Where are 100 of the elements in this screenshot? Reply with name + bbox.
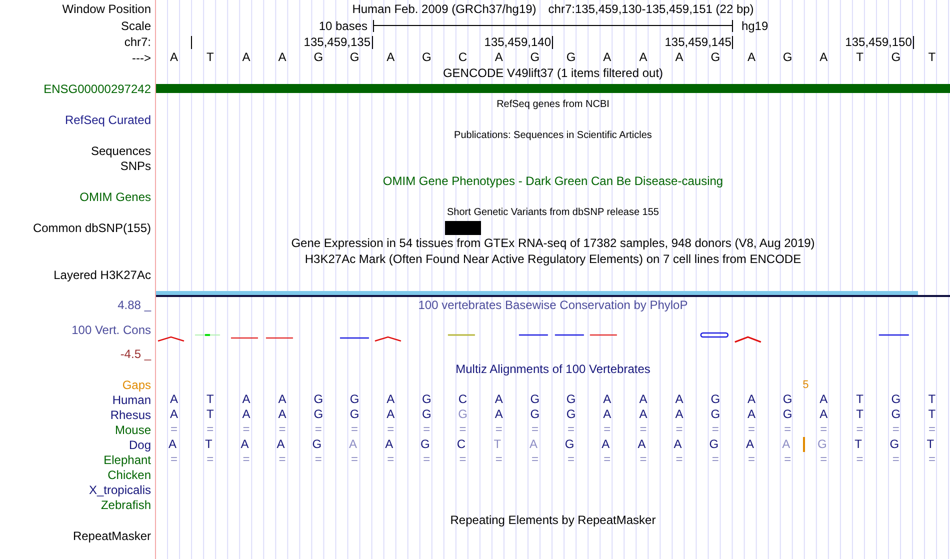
aligned-base: G — [311, 437, 323, 452]
aligned-base: G — [312, 392, 324, 407]
base-letter: A — [494, 50, 504, 65]
base-letter: G — [312, 50, 324, 65]
strand-label: ---> — [132, 50, 151, 64]
base-letter: A — [386, 50, 396, 65]
aligned-base: C — [456, 437, 467, 452]
aligned-base: G — [890, 392, 902, 407]
position-tick: 135,459,140 — [372, 36, 553, 48]
aligned-base: = — [674, 452, 684, 467]
base-letter: A — [638, 50, 648, 65]
aligned-base: = — [602, 422, 612, 437]
track-label[interactable]: Sequences — [90, 144, 151, 158]
aligned-base: = — [206, 422, 215, 437]
track-label[interactable]: RefSeq Curated — [64, 112, 151, 126]
aligned-base: A — [241, 392, 252, 407]
track-label[interactable]: 100 Vert. Cons — [72, 322, 151, 336]
aligned-base: A — [384, 437, 394, 452]
aligned-base: T — [854, 437, 863, 452]
track-label[interactable]: RepeatMasker — [72, 528, 151, 542]
species-label[interactable]: Human — [112, 392, 151, 406]
position-tick: 135,459,150 — [733, 36, 914, 48]
aligned-base: G — [565, 407, 577, 422]
base-letter: A — [241, 50, 252, 65]
gaps-label: Gaps — [122, 378, 151, 392]
aligned-base: A — [818, 392, 829, 407]
aligned-base: T — [204, 437, 214, 452]
base-letter: A — [169, 50, 180, 65]
track-label[interactable]: OMIM Genes — [80, 190, 151, 204]
track-label[interactable]: Common dbSNP(155) — [32, 220, 151, 234]
aligned-base: = — [422, 422, 432, 437]
base-letter: T — [927, 50, 937, 65]
aligned-base: G — [708, 437, 720, 452]
aligned-base: A — [494, 392, 504, 407]
aligned-base: A — [746, 407, 756, 422]
species-label[interactable]: Rhesus — [110, 408, 151, 422]
aligned-base: T — [927, 407, 937, 422]
aligned-base: T — [492, 437, 502, 452]
base-letter: A — [746, 50, 756, 65]
base-letter: G — [782, 50, 794, 65]
aligned-base: = — [638, 452, 648, 467]
aligned-base: G — [457, 407, 468, 422]
aligned-base: = — [746, 422, 756, 437]
aligned-base: = — [494, 422, 504, 437]
aligned-base: T — [926, 437, 936, 452]
aligned-base: A — [600, 437, 611, 452]
species-label[interactable]: Elephant — [104, 452, 151, 466]
aligned-base: G — [565, 392, 577, 407]
aligned-base: G — [890, 407, 902, 422]
aligned-base: = — [783, 422, 792, 437]
track-label[interactable]: Layered H3K27Ac — [54, 268, 151, 282]
aligned-base: A — [277, 392, 288, 407]
track-label[interactable]: SNPs — [120, 158, 151, 172]
aligned-base: = — [530, 452, 540, 467]
aligned-base: = — [170, 452, 179, 467]
aligned-base: = — [566, 422, 576, 437]
base-letter: G — [710, 50, 722, 65]
aligned-base: = — [278, 452, 287, 467]
aligned-base: = — [350, 422, 359, 437]
aligned-base: = — [314, 452, 323, 467]
aligned-base: A — [602, 392, 612, 407]
aligned-base: = — [746, 452, 756, 467]
aligned-base: A — [169, 407, 180, 422]
species-label[interactable]: X_tropicalis — [88, 482, 151, 496]
aligned-base: A — [168, 437, 178, 452]
variant-block[interactable] — [444, 220, 481, 234]
gap-count: 5 — [802, 378, 810, 390]
aligned-base: = — [855, 452, 864, 467]
aligned-base: = — [530, 422, 540, 437]
base-letter: G — [529, 50, 541, 65]
aligned-base: = — [710, 422, 720, 437]
track-title: 100 vertebrates Basewise Conservation by PhyloP — [418, 298, 688, 312]
aligned-base: = — [422, 452, 432, 467]
species-label[interactable]: Chicken — [108, 468, 151, 482]
base-letter: A — [818, 50, 829, 65]
aligned-base: = — [638, 422, 648, 437]
aligned-base: = — [819, 422, 828, 437]
base-letter: G — [348, 50, 360, 65]
species-label[interactable]: Mouse — [114, 422, 151, 436]
aligned-base: T — [927, 392, 937, 407]
aligned-base: A — [240, 437, 250, 452]
aligned-base: = — [566, 452, 576, 467]
aligned-base: A — [348, 437, 358, 452]
row-label: Scale — [120, 18, 151, 32]
aligned-base: A — [818, 407, 829, 422]
aligned-base: A — [770, 437, 805, 452]
track-title: RefSeq genes from NCBI — [496, 98, 610, 110]
aligned-base: T — [205, 392, 215, 407]
aligned-base: A — [636, 437, 647, 452]
aligned-base: = — [891, 452, 900, 467]
aligned-base: G — [782, 407, 794, 422]
species-label[interactable]: Zebrafish — [100, 498, 151, 512]
track-label[interactable]: ENSG00000297242 — [44, 82, 151, 96]
aligned-base: = — [458, 422, 468, 437]
track-title: Multiz Alignments of 100 Vertebrates — [456, 362, 650, 376]
species-label[interactable]: Dog — [128, 438, 151, 452]
axis-max-label: 4.88 _ — [118, 298, 151, 312]
aligned-base: = — [314, 422, 323, 437]
aligned-base: G — [312, 407, 324, 422]
aligned-base: G — [421, 392, 432, 407]
